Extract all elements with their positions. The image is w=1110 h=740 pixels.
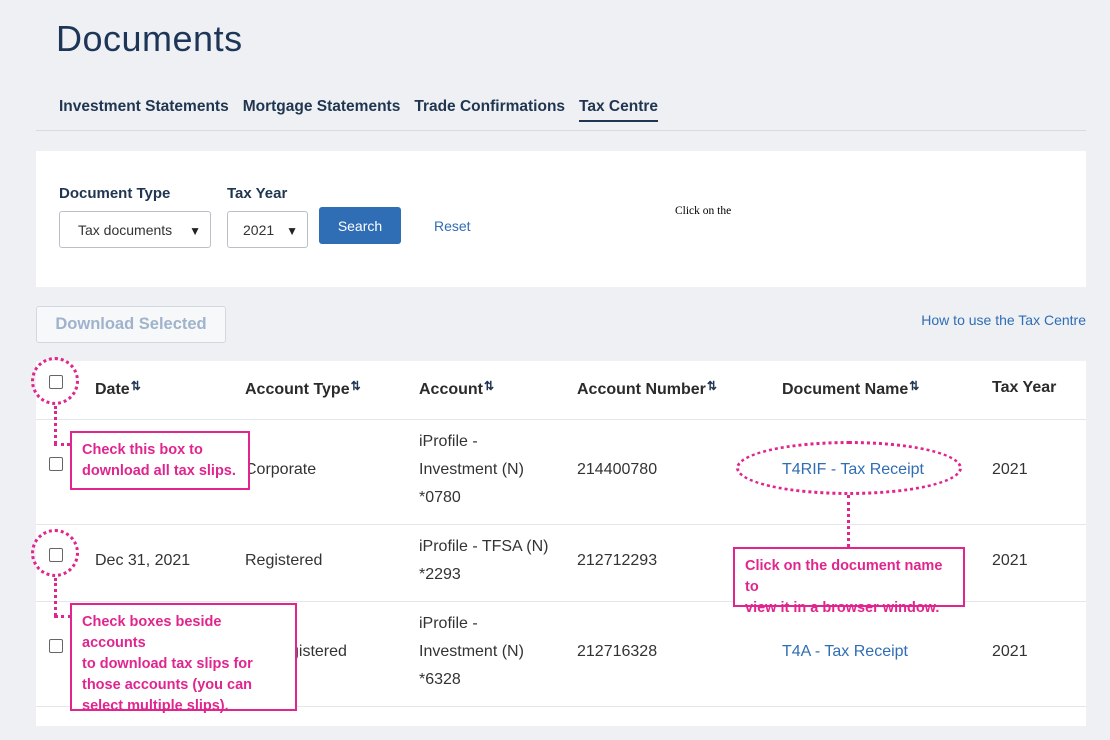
table-cell-account: iProfile - TFSA (N) *2293 bbox=[419, 538, 549, 583]
row-checkbox[interactable] bbox=[49, 457, 63, 471]
filter-panel: Document Type Tax documents ▼ Tax Year 2… bbox=[36, 151, 1086, 287]
table-cell-account-number: 214400780 bbox=[577, 461, 658, 478]
table-cell-account-type: Corporate bbox=[245, 461, 317, 478]
document-name-highlight-ellipse bbox=[736, 441, 962, 495]
column-header-account-number[interactable]: Account Number⇅ bbox=[577, 379, 717, 399]
column-header-account-type[interactable]: Account Type⇅ bbox=[245, 379, 361, 399]
tab-investment-statements[interactable]: Investment Statements bbox=[59, 98, 229, 122]
select-all-highlight-circle bbox=[31, 357, 79, 405]
document-type-value: Tax documents bbox=[78, 221, 173, 238]
download-selected-button[interactable]: Download Selected bbox=[36, 306, 226, 343]
page-title: Documents bbox=[56, 18, 243, 59]
table-cell-account-type: Registered bbox=[245, 552, 323, 569]
sort-icon[interactable]: ⇅ bbox=[351, 379, 361, 393]
table-cell-tax-year: 2021 bbox=[992, 552, 1028, 569]
select-rows-callout: Check boxes beside accounts to download … bbox=[70, 603, 297, 714]
tab-bar: Investment Statements Mortgage Statement… bbox=[59, 98, 659, 122]
search-button[interactable]: Search bbox=[319, 207, 401, 244]
table-cell-account: iProfile - Investment (N) *0780 bbox=[419, 433, 524, 506]
tax-year-value: 2021 bbox=[243, 221, 275, 238]
column-header-account[interactable]: Account⇅ bbox=[419, 379, 494, 399]
column-header-tax-year: Tax Year bbox=[992, 379, 1057, 396]
annotation-connector bbox=[54, 443, 70, 446]
column-header-date[interactable]: Date⇅ bbox=[95, 379, 141, 399]
tabs-divider bbox=[36, 130, 1086, 131]
how-to-use-tax-centre-link[interactable]: How to use the Tax Centre bbox=[921, 312, 1086, 328]
sort-icon[interactable]: ⇅ bbox=[131, 379, 141, 393]
row-checkbox[interactable] bbox=[49, 639, 63, 653]
document-name-callout: Click on the document name to view it in… bbox=[733, 547, 965, 616]
caret-down-icon: ▼ bbox=[189, 224, 201, 238]
reset-link[interactable]: Reset bbox=[434, 218, 471, 234]
document-type-select[interactable]: Tax documents ▼ bbox=[59, 211, 211, 248]
stray-caption: Click on the bbox=[675, 205, 732, 217]
table-cell-tax-year: 2021 bbox=[992, 461, 1028, 478]
annotation-connector bbox=[54, 578, 57, 616]
tax-year-label: Tax Year bbox=[227, 185, 288, 202]
sort-icon[interactable]: ⇅ bbox=[707, 379, 717, 393]
sort-icon[interactable]: ⇅ bbox=[909, 379, 919, 393]
row-divider bbox=[36, 524, 1086, 525]
annotation-connector bbox=[847, 495, 850, 547]
annotation-connector bbox=[54, 406, 57, 444]
table-cell-account: iProfile - Investment (N) *6328 bbox=[419, 615, 524, 688]
row-checkbox-highlight-circle bbox=[31, 529, 79, 577]
select-all-callout: Check this box to download all tax slips… bbox=[70, 431, 250, 490]
tab-mortgage-statements[interactable]: Mortgage Statements bbox=[243, 98, 401, 122]
sort-icon[interactable]: ⇅ bbox=[484, 379, 494, 393]
table-cell-tax-year: 2021 bbox=[992, 643, 1028, 660]
caret-down-icon: ▼ bbox=[286, 224, 298, 238]
column-header-document-name[interactable]: Document Name⇅ bbox=[782, 379, 919, 399]
table-cell-account-number: 212712293 bbox=[577, 552, 658, 569]
table-cell-account-type: gistered bbox=[290, 643, 347, 660]
row-divider bbox=[36, 419, 1086, 420]
tax-year-select[interactable]: 2021 ▼ bbox=[227, 211, 308, 248]
tab-trade-confirmations[interactable]: Trade Confirmations bbox=[414, 98, 565, 122]
document-link[interactable]: T4A - Tax Receipt bbox=[782, 638, 908, 666]
tab-tax-centre[interactable]: Tax Centre bbox=[579, 98, 659, 122]
table-cell-account-number: 212716328 bbox=[577, 643, 658, 660]
document-type-label: Document Type bbox=[59, 185, 171, 202]
table-cell-date: Dec 31, 2021 bbox=[95, 552, 191, 569]
